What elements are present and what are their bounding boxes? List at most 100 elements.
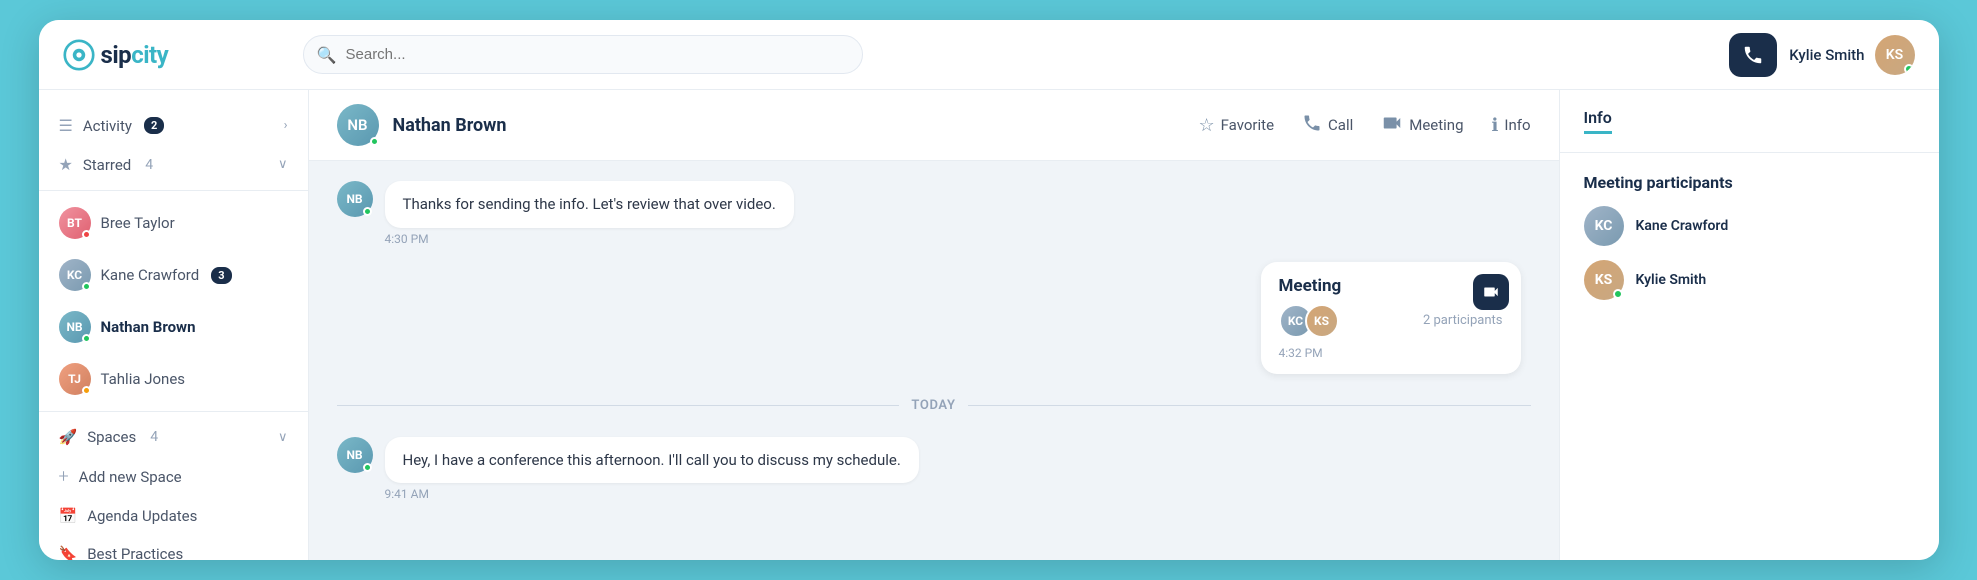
chat-header-actions: ☆ Favorite Call Meeting [1198, 112, 1530, 139]
today-message-avatar: NB [337, 437, 373, 473]
call-button[interactable]: Call [1302, 113, 1353, 138]
favorite-label: Favorite [1221, 116, 1274, 134]
today-label: TODAY [911, 398, 955, 413]
msg-content: Thanks for sending the info. Let's revie… [385, 181, 794, 246]
agenda-label: Agenda Updates [87, 507, 197, 525]
rocket-icon: 🚀 [59, 428, 78, 446]
messages-container[interactable]: NB Thanks for sending the info. Let's re… [309, 161, 1559, 560]
message-avatar: NB [337, 181, 373, 217]
message-text: Thanks for sending the info. Let's revie… [403, 195, 776, 213]
main-layout: ☰ Activity 2 › ★ Starred 4 ∨ BT Bree Tay… [39, 90, 1939, 560]
today-msg-status-dot [363, 463, 372, 472]
favorite-button[interactable]: ☆ Favorite [1198, 115, 1274, 136]
chat-contact-name: Nathan Brown [393, 115, 507, 136]
tahlia-status-dot [82, 386, 91, 395]
top-bar-right: Kylie Smith KS [1729, 33, 1914, 77]
starred-count: 4 [145, 157, 153, 173]
info-panel: Info Meeting participants KC Kane Crawfo… [1559, 90, 1939, 560]
online-status-dot [1904, 64, 1914, 74]
agenda-icon: 📅 [59, 507, 78, 525]
sidebar-item-tahlia-jones[interactable]: TJ Tahlia Jones [39, 353, 308, 405]
app-container: sipcity 🔍 Kylie Smith KS [39, 20, 1939, 560]
participant-item-2: KS Kylie Smith [1584, 260, 1915, 300]
sidebar-divider-1 [39, 190, 308, 191]
sidebar-item-add-space[interactable]: + Add new Space [39, 456, 308, 497]
participant-avatar-kylie: KS [1584, 260, 1624, 300]
chat-header-avatar: NB [337, 104, 379, 146]
participant-name-kane: Kane Crawford [1636, 218, 1729, 234]
kylie-online-dot [1613, 289, 1623, 299]
logo-icon [63, 39, 95, 71]
info-label: Info [1504, 116, 1530, 134]
spaces-chevron-icon: ∨ [278, 430, 288, 445]
plus-icon: + [59, 466, 69, 487]
meeting-card-row: Meeting KC KS 2 participants 4:32 PM [337, 262, 1531, 374]
message-time: 4:30 PM [385, 232, 794, 246]
sidebar-item-starred[interactable]: ★ Starred 4 ∨ [39, 145, 308, 184]
contact-name-bree: Bree Taylor [101, 214, 175, 232]
today-divider: TODAY [337, 398, 1531, 413]
best-practices-label: Best Practices [87, 545, 183, 560]
sidebar-item-kane-crawford[interactable]: KC Kane Crawford 3 [39, 249, 308, 301]
call-label: Call [1328, 116, 1353, 134]
meeting-participants-title: Meeting participants [1584, 173, 1915, 192]
info-button[interactable]: ℹ Info [1492, 115, 1531, 136]
participants-count: 2 participants [1423, 313, 1503, 328]
today-msg-content: Hey, I have a conference this afternoon.… [385, 437, 919, 502]
participants-list: KC Kane Crawford KS Kylie Smith [1584, 206, 1915, 300]
sidebar-item-nathan-brown[interactable]: NB Nathan Brown [39, 301, 308, 353]
contact-name-tahlia: Tahlia Jones [101, 370, 186, 388]
user-info: Kylie Smith KS [1789, 35, 1914, 75]
meeting-card-title: Meeting [1279, 276, 1503, 296]
search-bar[interactable]: 🔍 [303, 35, 863, 74]
add-space-label: Add new Space [79, 468, 182, 486]
logo-city: city [131, 41, 168, 69]
activity-label: Activity [83, 117, 132, 135]
starred-label: Starred [83, 156, 131, 174]
activity-icon: ☰ [59, 116, 73, 135]
bree-status-dot [82, 230, 91, 239]
participant-name-kylie: Kylie Smith [1636, 272, 1707, 288]
kane-status-dot [82, 282, 91, 291]
participant-item-1: KC Kane Crawford [1584, 206, 1915, 246]
star-icon: ★ [59, 155, 73, 174]
sidebar-item-bree-taylor[interactable]: BT Bree Taylor [39, 197, 308, 249]
spaces-label: Spaces [87, 428, 136, 446]
avatar: KS [1875, 35, 1915, 75]
phone-icon [1742, 44, 1764, 66]
chat-area: NB Nathan Brown ☆ Favorite Call [309, 90, 1559, 560]
search-input[interactable] [303, 35, 863, 74]
sidebar-item-best-practices[interactable]: 🔖 Best Practices [39, 535, 308, 560]
meeting-card[interactable]: Meeting KC KS 2 participants 4:32 PM [1261, 262, 1521, 374]
participant-avatar-kane: KC [1584, 206, 1624, 246]
meeting-video-icon[interactable] [1473, 274, 1509, 310]
sidebar-spaces-header[interactable]: 🚀 Spaces 4 ∨ [39, 418, 308, 456]
participant-avatar-2: KS [1305, 304, 1339, 338]
meeting-button[interactable]: Meeting [1381, 112, 1463, 139]
today-message-bubble: Hey, I have a conference this afternoon.… [385, 437, 919, 484]
call-icon [1302, 113, 1322, 138]
avatar-nathan: NB [59, 311, 91, 343]
best-practices-icon: 🔖 [59, 545, 78, 560]
sidebar-item-agenda-updates[interactable]: 📅 Agenda Updates [39, 497, 308, 535]
phone-button[interactable] [1729, 33, 1777, 77]
info-panel-body: Meeting participants KC Kane Crawford KS [1560, 153, 1939, 320]
contact-name-nathan: Nathan Brown [101, 318, 196, 336]
chat-status-dot [370, 137, 379, 146]
activity-chevron-icon: › [284, 118, 288, 133]
info-panel-header: Info [1560, 90, 1939, 153]
info-tab[interactable]: Info [1584, 108, 1612, 134]
kane-badge: 3 [211, 267, 231, 284]
avatar-bree: BT [59, 207, 91, 239]
contact-name-kane: Kane Crawford [101, 266, 200, 284]
meeting-card-participants: KC KS 2 participants [1279, 304, 1503, 338]
search-icon: 🔍 [317, 45, 337, 64]
avatar-kane: KC [59, 259, 91, 291]
today-message-text: Hey, I have a conference this afternoon.… [403, 451, 901, 469]
meeting-card-time: 4:32 PM [1279, 346, 1503, 360]
message-row: NB Thanks for sending the info. Let's re… [337, 181, 1531, 246]
spaces-count: 4 [150, 429, 158, 445]
meeting-avatars: KC KS [1279, 304, 1339, 338]
chat-header: NB Nathan Brown ☆ Favorite Call [309, 90, 1559, 161]
sidebar-item-activity[interactable]: ☰ Activity 2 › [39, 106, 308, 145]
